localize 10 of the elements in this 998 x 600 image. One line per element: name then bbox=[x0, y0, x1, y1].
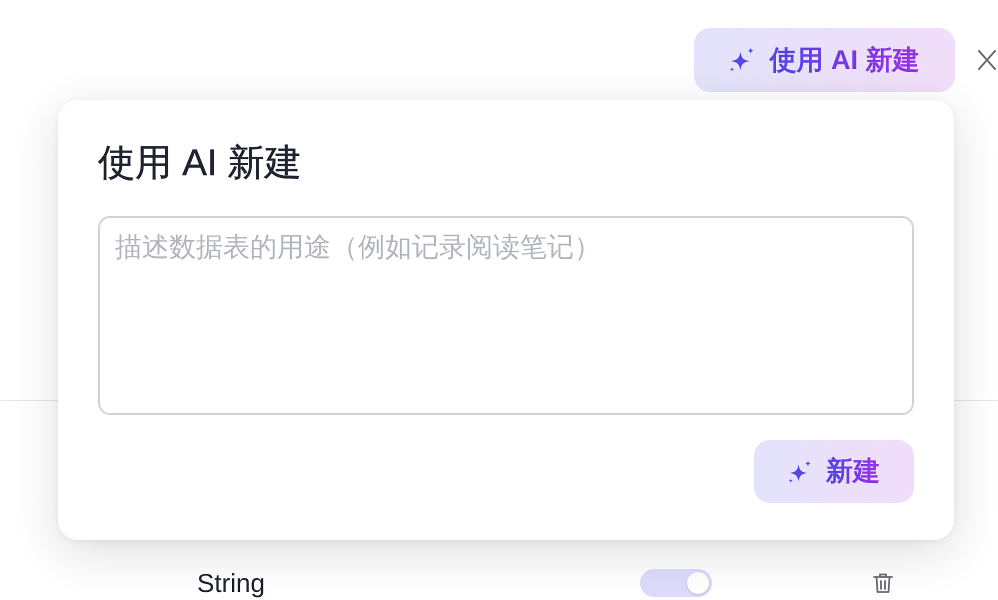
sparkle-icon bbox=[788, 460, 812, 484]
create-button[interactable]: 新建 bbox=[754, 440, 914, 503]
ai-create-button[interactable]: 使用 AI 新建 bbox=[694, 28, 955, 92]
trash-icon[interactable] bbox=[872, 573, 894, 593]
close-icon[interactable] bbox=[977, 49, 997, 71]
prompt-field[interactable]: 描述数据表的用途（例如记录阅读笔记） bbox=[98, 216, 914, 415]
toggle-switch[interactable] bbox=[640, 569, 712, 597]
sparkle-icon bbox=[729, 47, 756, 73]
type-label: String bbox=[197, 568, 265, 598]
popover-title: 使用 AI 新建 bbox=[98, 141, 302, 185]
